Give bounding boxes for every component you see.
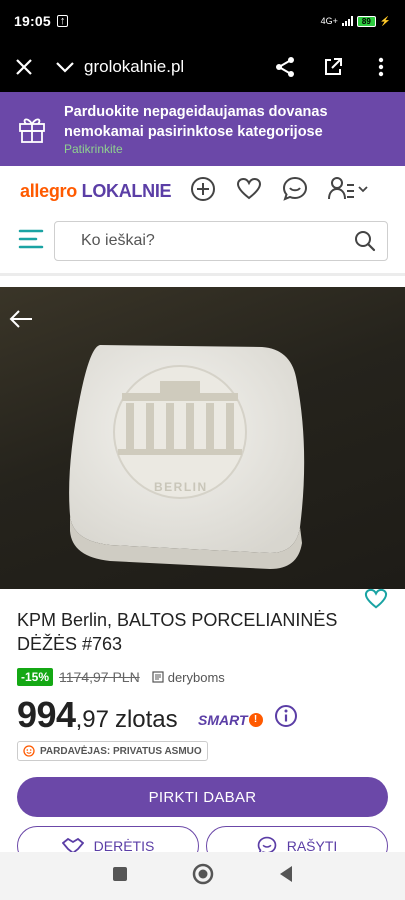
price: 994 ,97 zlotas xyxy=(17,694,178,736)
upload-icon: ↑ xyxy=(56,15,69,27)
image-text-berlin: BERLIN xyxy=(154,480,208,494)
signal-icon xyxy=(341,16,353,26)
system-nav-bar xyxy=(0,852,405,900)
status-icons: 4G+ 89 ⚡ xyxy=(320,15,391,27)
discount-badge: -15% xyxy=(17,668,54,686)
search-input[interactable]: Ko ieškai? xyxy=(54,221,388,261)
banner-link[interactable]: Patikrinkite xyxy=(64,142,328,156)
home-icon[interactable] xyxy=(192,863,214,890)
negotiation-icon xyxy=(152,671,164,683)
price-integer: 994 xyxy=(17,694,76,735)
wishlist-heart-icon[interactable] xyxy=(364,588,388,615)
smart-badge[interactable]: SMART! xyxy=(198,712,263,728)
back-icon[interactable] xyxy=(278,865,294,888)
chevron-down-icon[interactable] xyxy=(48,42,82,92)
banner-text: Parduokite nepageidaujamas dovanas nemok… xyxy=(64,92,328,166)
charging-icon: ⚡ xyxy=(379,15,391,26)
favorites-heart-icon[interactable] xyxy=(236,177,262,201)
open-external-icon[interactable] xyxy=(309,42,357,92)
old-price: 1174,97 PLN xyxy=(59,669,140,685)
site-header: allegro LOKALNIE Ko ieškai? xyxy=(0,166,405,276)
logo-lokalnie: LOKALNIE xyxy=(81,181,172,201)
product-image[interactable]: BERLIN xyxy=(0,287,405,589)
product-title: KPM Berlin, BALTOS PORCELIANINĖS DĖŽĖS #… xyxy=(17,610,338,654)
status-bar: 19:05 ↑ 4G+ 89 ⚡ xyxy=(0,0,405,42)
messages-chat-icon[interactable] xyxy=(282,176,308,202)
status-time: 19:05 xyxy=(14,13,51,29)
more-menu-icon[interactable] xyxy=(357,42,405,92)
search-icon[interactable] xyxy=(343,230,387,252)
buy-now-button[interactable]: PIRKTI DABAR xyxy=(17,777,388,817)
hamburger-menu-icon[interactable] xyxy=(18,228,44,255)
seller-label: PARDAVĖJAS: PRIVATUS ASMUO xyxy=(40,745,202,757)
price-currency: zlotas xyxy=(114,706,178,733)
url-field[interactable]: grolokalnie.pl xyxy=(84,57,261,77)
account-icon[interactable] xyxy=(328,176,368,202)
negotiation-label: deryboms xyxy=(152,670,225,685)
smiley-icon xyxy=(23,745,35,757)
smart-exclamation-icon: ! xyxy=(248,713,263,727)
logo-allegro: allegro xyxy=(20,181,77,201)
header-divider xyxy=(0,273,405,276)
info-icon[interactable] xyxy=(274,704,298,733)
add-listing-icon[interactable] xyxy=(190,176,216,202)
negotiation-text: deryboms xyxy=(167,669,225,685)
gift-icon xyxy=(0,92,64,166)
network-label: 4G+ xyxy=(320,16,338,26)
browser-toolbar: grolokalnie.pl xyxy=(0,42,405,92)
close-icon[interactable] xyxy=(0,42,48,92)
price-fraction: ,97 xyxy=(75,706,109,733)
battery-icon: 89 xyxy=(356,15,376,27)
back-arrow-icon[interactable] xyxy=(8,309,34,334)
discount-row: -15% 1174,97 PLN deryboms xyxy=(17,668,225,686)
smart-label: SMART xyxy=(198,712,248,728)
allegro-lokalnie-logo[interactable]: allegro LOKALNIE xyxy=(20,181,172,202)
recent-apps-icon[interactable] xyxy=(112,866,128,887)
porcelain-box-illustration xyxy=(69,345,305,569)
banner-line-2: nemokamai pasirinktose kategorijose xyxy=(64,124,323,140)
share-icon[interactable] xyxy=(261,42,309,92)
header-icons xyxy=(190,176,368,202)
promo-banner[interactable]: Parduokite nepageidaujamas dovanas nemok… xyxy=(0,92,405,166)
banner-line-1: Parduokite nepageidaujamas dovanas xyxy=(64,104,328,120)
seller-badge: PARDAVĖJAS: PRIVATUS ASMUO xyxy=(17,741,208,761)
search-placeholder: Ko ieškai? xyxy=(81,232,155,249)
